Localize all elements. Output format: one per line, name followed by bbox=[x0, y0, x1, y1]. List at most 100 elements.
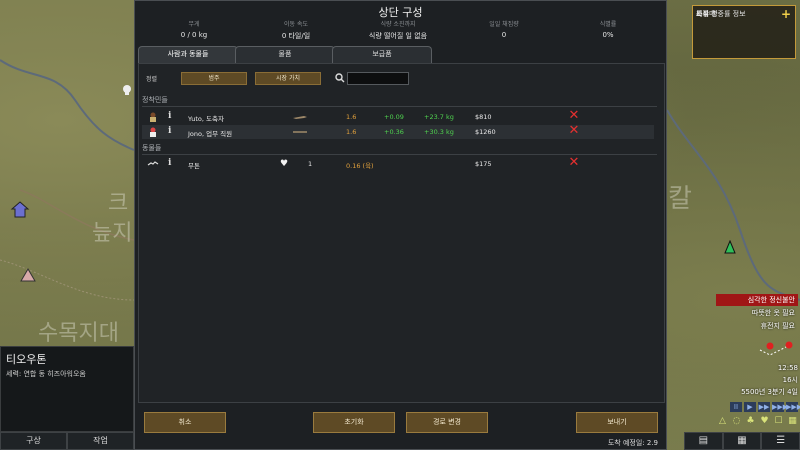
alert-item[interactable]: 따뜻한 옷 필요 bbox=[716, 307, 798, 319]
tab-plan[interactable]: 구상 bbox=[0, 432, 67, 450]
clock-hour: 16시 bbox=[782, 376, 798, 384]
stat-visibility: 식별률 0% bbox=[553, 19, 663, 39]
settlement-icon[interactable] bbox=[10, 200, 30, 220]
animal-name: 무톤 bbox=[188, 162, 200, 170]
stat-label: 이동 속도 bbox=[284, 21, 308, 28]
table-row[interactable]: i 무톤 ♥ 1 0.16 (육) $175 ✕ bbox=[142, 156, 654, 171]
map-label-3: 수목지대 bbox=[38, 321, 119, 346]
date-time-readout: 12:58 16시 5500년 3분기 4일 bbox=[708, 362, 798, 398]
pawn-mass: 1.6 bbox=[346, 128, 357, 136]
tile-name: 티오우톤 bbox=[6, 353, 47, 366]
remove-icon[interactable]: ✕ bbox=[568, 109, 580, 122]
remove-icon[interactable]: ✕ bbox=[568, 124, 580, 137]
table-row[interactable]: i Jono, 업무 직원 1.6 +0.36 +30.3 kg $1260 ✕ bbox=[142, 124, 654, 139]
tab-items[interactable]: 물품 bbox=[235, 46, 335, 63]
right-bottom-buttons: ▤ ▦ ☰ bbox=[684, 432, 800, 450]
grid-overlay-icon[interactable]: ▦ bbox=[787, 416, 798, 427]
caravan-formation-dialog: 상단 구성 무게 0 / 0 kg 이동 속도 0 타일/일 식량 소진까지 식… bbox=[134, 0, 667, 450]
info-icon[interactable]: i bbox=[168, 126, 171, 136]
animal-food: 0.16 (육) bbox=[346, 162, 374, 170]
stat-label: 일일 채집량 bbox=[489, 21, 519, 28]
pawn-mass: 1.6 bbox=[346, 113, 357, 121]
caravan-icon[interactable] bbox=[724, 240, 736, 254]
colonist-portrait-icon bbox=[150, 127, 156, 137]
sort-label: 정렬 bbox=[146, 76, 158, 83]
send-button[interactable]: 보내기 bbox=[576, 412, 658, 433]
speed-3-button[interactable]: ▶▶▶ bbox=[772, 402, 788, 412]
tab-supplies[interactable]: 보급품 bbox=[332, 46, 432, 63]
search-overlay-icon[interactable]: ◌ bbox=[731, 416, 742, 427]
health-overlay-icon[interactable]: ♥ bbox=[759, 416, 770, 427]
stat-value: 0 bbox=[501, 31, 507, 39]
clock-time: 12:58 bbox=[777, 364, 798, 372]
world-info-panel: + 도우미 복장 기록 창 사격 명중률 정보 bbox=[692, 5, 796, 59]
pawn-capacity: +30.3 kg bbox=[424, 128, 454, 136]
animal-portrait-icon bbox=[147, 161, 159, 166]
overlay-toggles: △ ◌ ♣ ♥ ☐ ▦ bbox=[717, 416, 798, 427]
stat-label: 식량 소진까지 bbox=[380, 21, 416, 28]
stat-value: 식량 떨어질 일 없음 bbox=[368, 32, 428, 40]
sort-category-button[interactable]: 범주 bbox=[181, 72, 247, 85]
map-pin-icon[interactable] bbox=[764, 340, 794, 354]
search-icon bbox=[335, 73, 345, 83]
pawn-value: $1260 bbox=[475, 128, 496, 136]
heart-icon: ♥ bbox=[280, 159, 289, 169]
dialog-title: 상단 구성 bbox=[378, 6, 423, 19]
tile-info-panel: 티오우톤 세력: 연합 동 히즈아워오옴 bbox=[0, 346, 134, 432]
info-icon[interactable]: i bbox=[168, 158, 171, 168]
pawn-name: Jono, 업무 직원 bbox=[188, 130, 233, 138]
pawn-speed: +0.36 bbox=[384, 128, 404, 136]
stat-label: 무게 bbox=[188, 21, 200, 28]
bottom-tab-bar: 구상 작업 bbox=[0, 432, 134, 450]
weapon-icon bbox=[293, 131, 307, 133]
change-route-button[interactable]: 경로 변경 bbox=[406, 412, 488, 433]
alert-item[interactable]: 심각한 정신불안 bbox=[716, 294, 798, 306]
terrain-overlay-icon[interactable]: △ bbox=[717, 416, 728, 427]
speed-1-button[interactable]: ▶ bbox=[744, 402, 756, 412]
factions-icon[interactable]: ▦ bbox=[722, 432, 762, 450]
table-row[interactable]: i Yuto, 도축자 1.6 +0.09 +23.7 kg $810 ✕ bbox=[142, 109, 654, 124]
pause-button[interactable]: II bbox=[730, 402, 742, 412]
stat-label: 식별률 bbox=[599, 21, 617, 28]
speed-2-button[interactable]: ▶▶ bbox=[758, 402, 770, 412]
stat-forage: 일일 채집량 0 bbox=[449, 19, 559, 39]
tab-pawns[interactable]: 사람과 동물들 bbox=[138, 46, 238, 63]
sort-value-button[interactable]: 시장 가치 bbox=[255, 72, 321, 85]
alerts-list: 심각한 정신불안 따뜻한 옷 필요 휴전지 필요 bbox=[716, 294, 798, 333]
stat-value: 0 타일/일 bbox=[281, 32, 311, 40]
stat-value: 0% bbox=[602, 31, 614, 39]
tile-faction: 세력: 연합 동 히즈아워오옴 bbox=[6, 370, 86, 378]
map-label-1: 크 bbox=[108, 191, 129, 216]
eta-text: 도착 예정일: 2.9 bbox=[607, 439, 658, 447]
plant-overlay-icon[interactable]: ♣ bbox=[745, 416, 756, 427]
map-label-2: 늪지 bbox=[92, 221, 133, 246]
animal-value: $175 bbox=[475, 160, 492, 168]
sort-bar: 정렬 범주 시장 가치 bbox=[142, 72, 662, 86]
search-input[interactable] bbox=[347, 72, 409, 85]
skull-icon[interactable] bbox=[121, 84, 133, 96]
tab-work[interactable]: 작업 bbox=[67, 432, 134, 450]
pawn-capacity: +23.7 kg bbox=[424, 113, 454, 121]
cancel-button[interactable]: 취소 bbox=[144, 412, 226, 433]
speed-4-button[interactable]: ▶▶▶▶ bbox=[786, 402, 800, 412]
pawn-value: $810 bbox=[475, 113, 492, 121]
dialog-tabs: 사람과 동물들 물품 보급품 bbox=[135, 46, 666, 63]
stat-speed: 이동 속도 0 타일/일 bbox=[241, 19, 351, 41]
section-animals: 동물들 bbox=[142, 143, 657, 155]
remove-icon[interactable]: ✕ bbox=[568, 156, 580, 169]
accuracy-item[interactable]: 사격 명중률 정보 bbox=[696, 9, 800, 23]
book-icon[interactable]: ▤ bbox=[684, 432, 723, 450]
alert-item[interactable]: 휴전지 필요 bbox=[716, 320, 798, 332]
time-speed-controls: II ▶ ▶▶ ▶▶▶ ▶▶▶▶ bbox=[730, 402, 800, 412]
tent-icon[interactable] bbox=[20, 268, 36, 282]
zone-overlay-icon[interactable]: ☐ bbox=[773, 416, 784, 427]
animal-count: 1 bbox=[308, 160, 313, 168]
info-icon[interactable]: i bbox=[168, 111, 171, 121]
calendar-date: 5500년 3분기 4일 bbox=[741, 388, 798, 396]
stat-food-days: 식량 소진까지 식량 떨어질 일 없음 bbox=[343, 19, 453, 41]
menu-icon[interactable]: ☰ bbox=[761, 432, 800, 450]
pawn-name: Yuto, 도축자 bbox=[188, 115, 224, 123]
reset-button[interactable]: 초기화 bbox=[313, 412, 395, 433]
section-colonists: 정착민들 bbox=[142, 95, 657, 107]
weapon-icon bbox=[293, 116, 307, 119]
